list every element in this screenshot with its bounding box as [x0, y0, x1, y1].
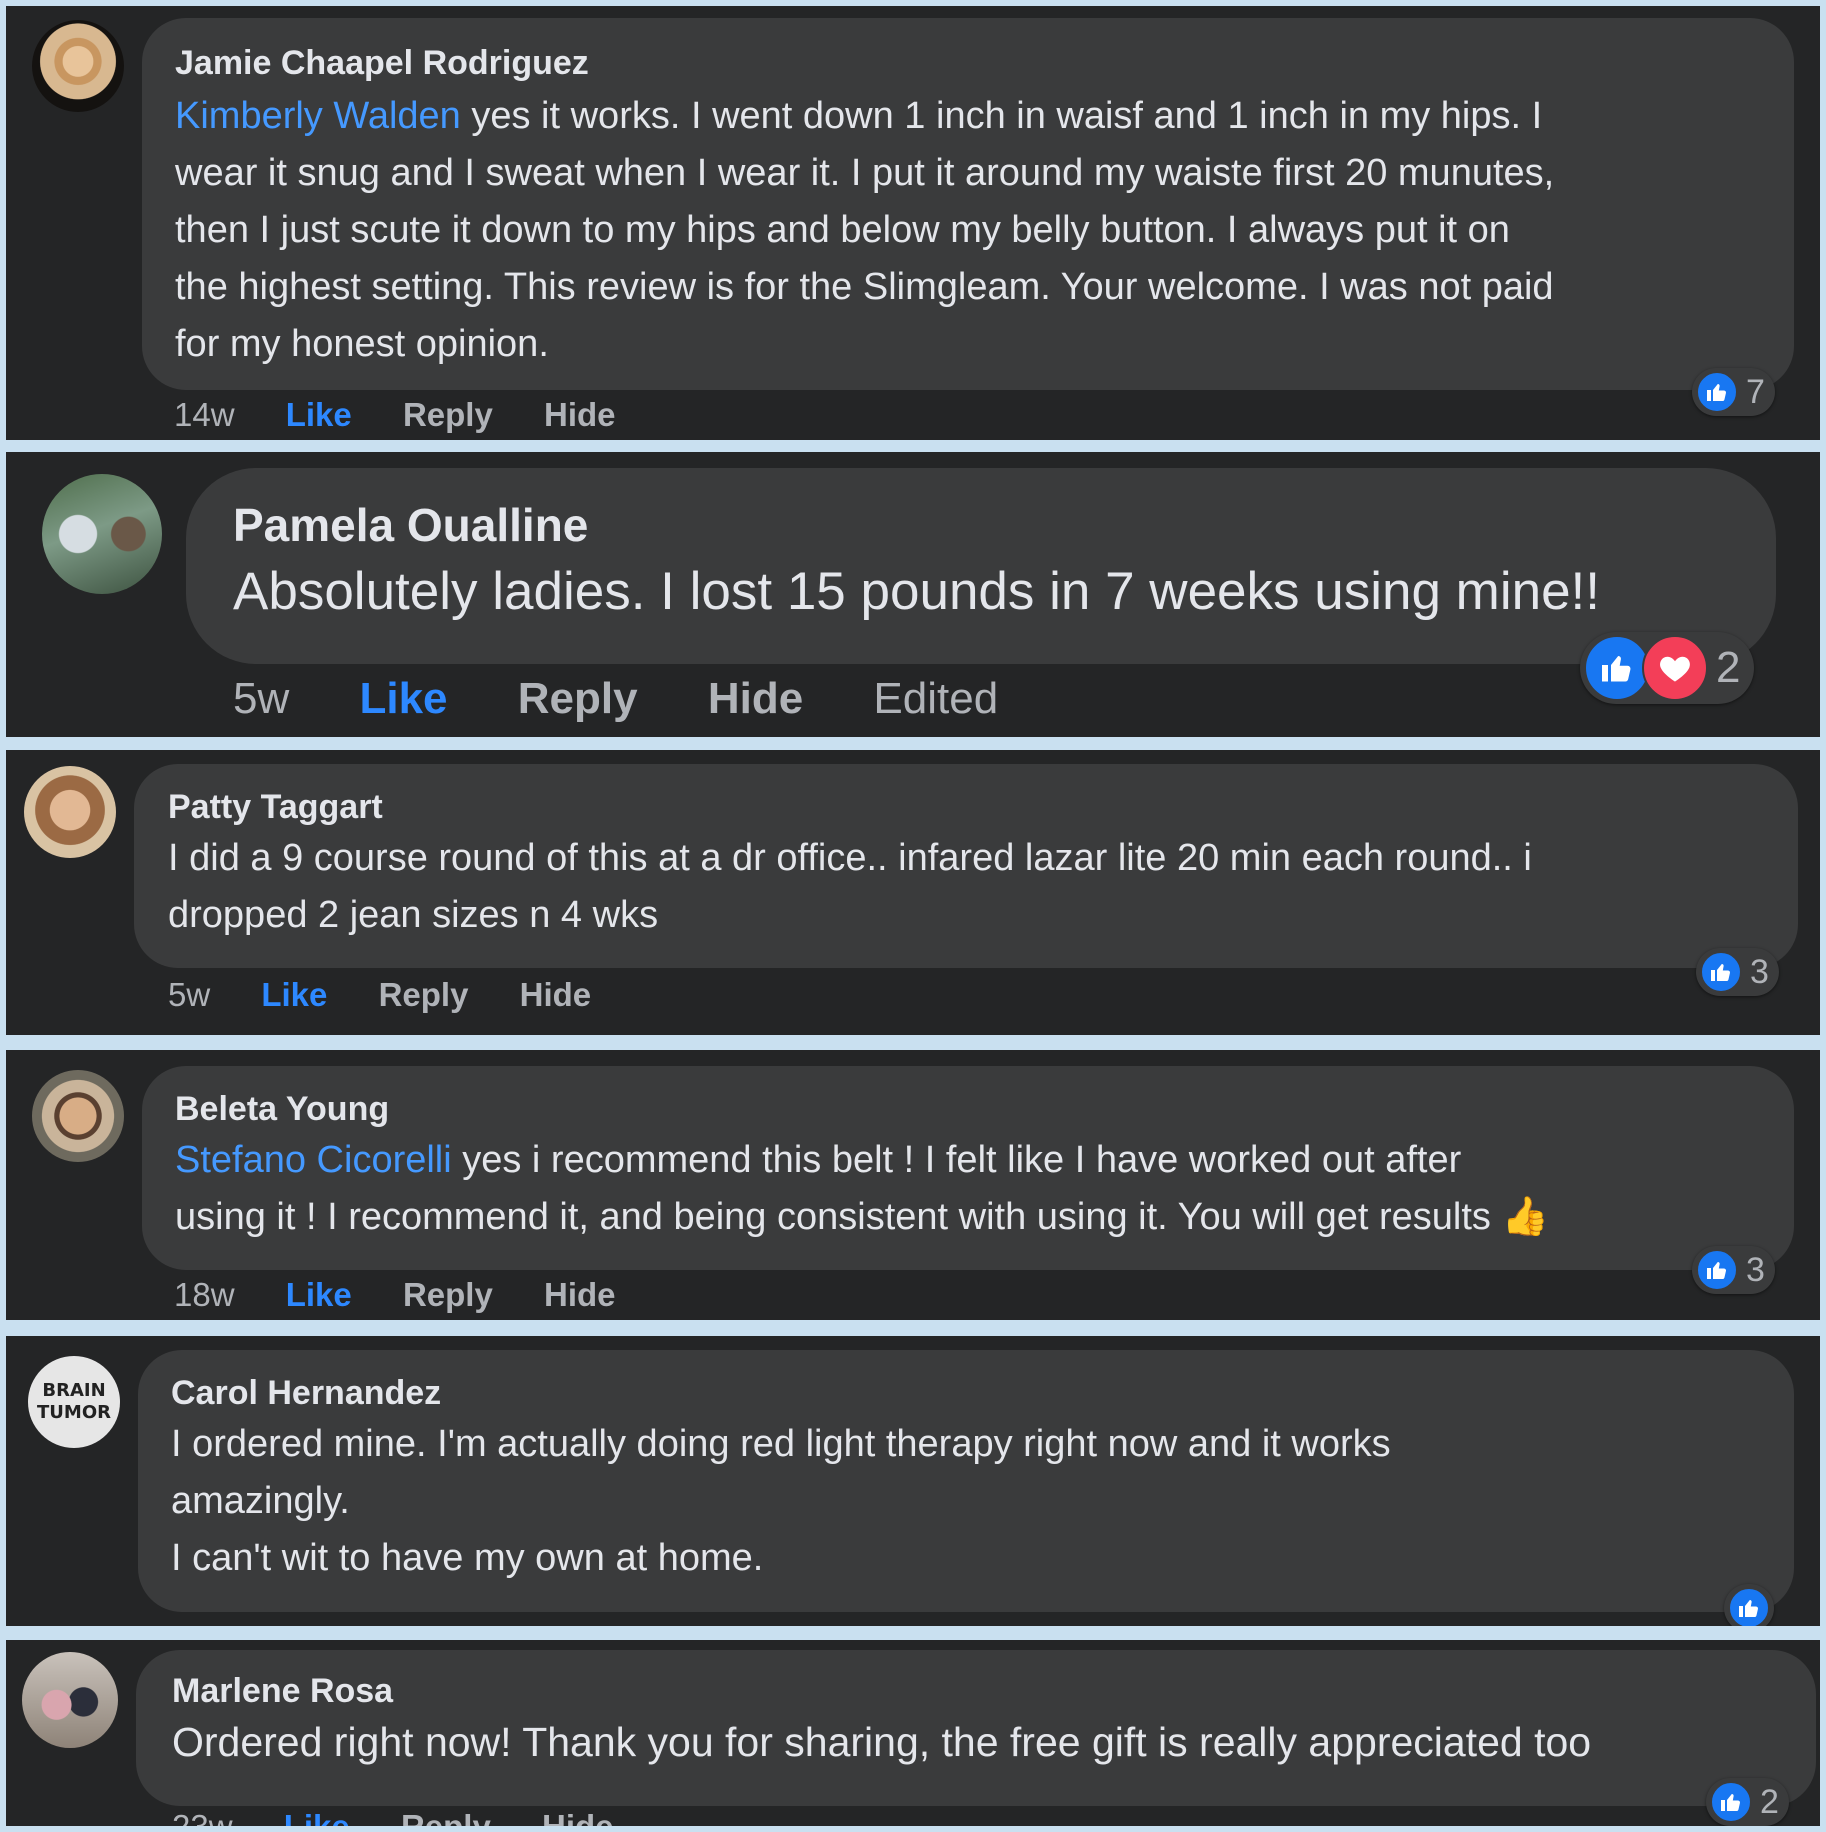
comment-author[interactable]: Beleta Young — [175, 1090, 389, 1129]
comment-card: Patty Taggart I did a 9 course round of … — [6, 750, 1820, 1035]
like-icon — [1728, 1587, 1770, 1626]
reaction-count: 7 — [1746, 372, 1765, 411]
reaction-count: 2 — [1716, 643, 1741, 692]
comment-actions: 5w Like Reply Hide Edited — [233, 674, 998, 724]
comment-actions: 14w Like Reply Hide — [174, 396, 616, 434]
reaction-summary[interactable]: 3 — [1696, 948, 1779, 996]
comment-author[interactable]: Pamela Oualline — [233, 498, 588, 552]
comment-actions: 5w Like Reply Hide — [168, 976, 591, 1014]
comment-card: Pamela Oualline Absolutely ladies. I los… — [6, 452, 1820, 737]
comment-time[interactable]: 23w — [172, 1808, 233, 1826]
like-button[interactable]: Like — [261, 976, 327, 1014]
comment-bubble: Marlene Rosa Ordered right now! Thank yo… — [136, 1650, 1816, 1806]
like-button[interactable]: Like — [286, 1276, 352, 1314]
hide-button[interactable]: Hide — [520, 976, 592, 1014]
like-icon — [1700, 951, 1742, 993]
comment-author[interactable]: Marlene Rosa — [172, 1672, 393, 1711]
comment-bubble: Carol Hernandez I ordered mine. I'm actu… — [138, 1350, 1794, 1612]
comment-time[interactable]: 5w — [233, 674, 289, 724]
comment-text: Stefano Cicorelli yes i recommend this b… — [175, 1139, 1549, 1238]
avatar[interactable]: BRAIN TUMOR — [28, 1356, 120, 1448]
comment-text: I did a 9 course round of this at a dr o… — [168, 837, 1532, 936]
comment-time[interactable]: 5w — [168, 976, 210, 1014]
comment-bubble: Patty Taggart I did a 9 course round of … — [134, 764, 1798, 968]
like-button[interactable]: Like — [286, 396, 352, 434]
reply-button[interactable]: Reply — [403, 1276, 493, 1314]
reply-button[interactable]: Reply — [518, 674, 638, 724]
like-icon — [1710, 1781, 1752, 1823]
edited-label: Edited — [873, 674, 999, 723]
reply-button[interactable]: Reply — [401, 1808, 491, 1826]
like-icon — [1584, 635, 1650, 701]
like-button[interactable]: Like — [359, 674, 447, 724]
avatar[interactable] — [24, 766, 116, 858]
hide-button[interactable]: Hide — [542, 1808, 614, 1826]
reaction-summary[interactable]: 7 — [1692, 368, 1775, 416]
reply-button[interactable]: Reply — [403, 396, 493, 434]
comment-author[interactable]: Patty Taggart — [168, 788, 383, 827]
avatar[interactable] — [32, 20, 124, 112]
reaction-count: 3 — [1750, 952, 1769, 991]
comment-bubble: Pamela Oualline Absolutely ladies. I los… — [186, 468, 1776, 664]
comment-bubble: Jamie Chaapel Rodriguez Kimberly Walden … — [142, 18, 1794, 390]
avatar-text: TUMOR — [37, 1402, 111, 1423]
reaction-summary[interactable]: 2 — [1706, 1778, 1789, 1826]
mention-link[interactable]: Stefano Cicorelli — [175, 1139, 452, 1181]
reaction-summary[interactable] — [1724, 1584, 1774, 1626]
comment-card: Marlene Rosa Ordered right now! Thank yo… — [6, 1640, 1820, 1826]
comment-text: Ordered right now! Thank you for sharing… — [172, 1719, 1592, 1765]
hide-button[interactable]: Hide — [544, 1276, 616, 1314]
comment-card: Jamie Chaapel Rodriguez Kimberly Walden … — [6, 6, 1820, 440]
comment-text: Absolutely ladies. I lost 15 pounds in 7… — [233, 562, 1601, 621]
mention-link[interactable]: Kimberly Walden — [175, 95, 461, 137]
reaction-summary[interactable]: 2 — [1580, 632, 1755, 704]
hide-button[interactable]: Hide — [708, 674, 803, 724]
avatar[interactable] — [22, 1652, 118, 1748]
avatar[interactable] — [42, 474, 162, 594]
avatar[interactable] — [32, 1070, 124, 1162]
comment-card: BRAIN TUMOR Carol Hernandez I ordered mi… — [6, 1336, 1820, 1626]
heart-icon — [1642, 635, 1708, 701]
reaction-count: 3 — [1746, 1250, 1765, 1289]
like-icon — [1696, 371, 1738, 413]
comment-bubble: Beleta Young Stefano Cicorelli yes i rec… — [142, 1066, 1794, 1270]
hide-button[interactable]: Hide — [544, 396, 616, 434]
comment-author[interactable]: Jamie Chaapel Rodriguez — [175, 44, 589, 83]
comment-text: Kimberly Walden yes it works. I went dow… — [175, 95, 1555, 365]
comment-actions: 23w Like Reply Hide — [172, 1808, 614, 1826]
reaction-summary[interactable]: 3 — [1692, 1246, 1775, 1294]
reply-button[interactable]: Reply — [379, 976, 469, 1014]
comment-actions: 18w Like Reply Hide — [174, 1276, 616, 1314]
like-button[interactable]: Like — [284, 1808, 350, 1826]
comment-text: I ordered mine. I'm actually doing red l… — [171, 1423, 1391, 1579]
avatar-text: BRAIN — [42, 1380, 106, 1401]
comment-time[interactable]: 18w — [174, 1276, 235, 1314]
comment-card: Beleta Young Stefano Cicorelli yes i rec… — [6, 1050, 1820, 1320]
like-icon — [1696, 1249, 1738, 1291]
comment-time[interactable]: 14w — [174, 396, 235, 434]
comment-author[interactable]: Carol Hernandez — [171, 1374, 441, 1413]
reaction-count: 2 — [1760, 1782, 1779, 1821]
